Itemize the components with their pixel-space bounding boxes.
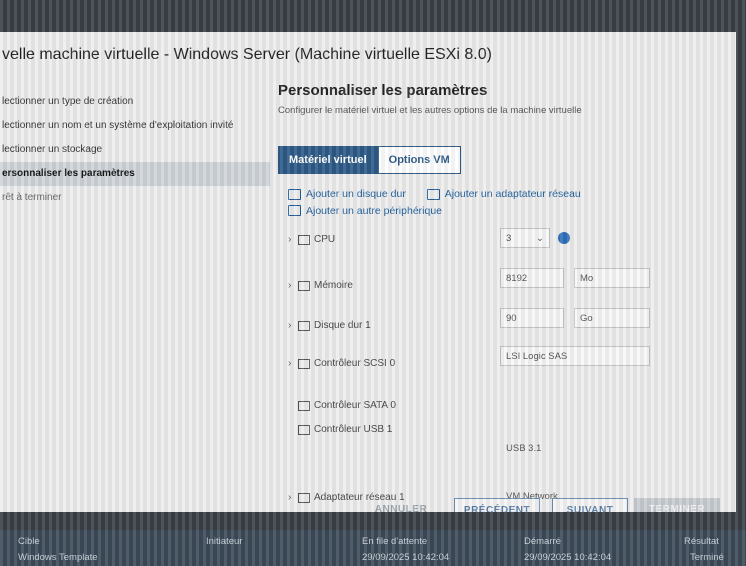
- page-title: Personnaliser les paramètres: [278, 82, 488, 99]
- task-result: Terminé: [690, 552, 724, 563]
- memory-label: Mémoire: [314, 280, 353, 291]
- col-queued[interactable]: En file d'attente: [362, 536, 427, 547]
- sata-label: Contrôleur SATA 0: [314, 400, 396, 411]
- hardware-row-disk[interactable]: › Disque dur 1: [288, 320, 371, 331]
- add-other-label: Ajouter un autre périphérique: [306, 204, 443, 217]
- disk-unit: Go: [580, 313, 593, 324]
- col-initiator[interactable]: Initiateur: [206, 536, 242, 547]
- col-result[interactable]: Résultat: [684, 536, 719, 547]
- previous-button[interactable]: PRÉCÉDENT: [454, 498, 540, 512]
- cpu-icon: [298, 234, 310, 245]
- disk-label: Disque dur 1: [314, 320, 371, 331]
- info-icon[interactable]: [558, 232, 570, 244]
- disk-size-input[interactable]: 90: [500, 308, 564, 328]
- step-ready-to-complete[interactable]: rêt à terminer: [0, 186, 270, 210]
- add-network-label: Ajouter un adaptateur réseau: [444, 188, 581, 200]
- add-disk-link[interactable]: Ajouter un disque dur: [288, 186, 406, 202]
- tab-bar: Matériel virtuel Options VM: [278, 146, 461, 174]
- finish-button: TERMINER: [634, 498, 720, 512]
- memory-input[interactable]: 8192: [500, 268, 564, 288]
- hardware-row-memory[interactable]: › Mémoire: [288, 280, 353, 291]
- step-storage[interactable]: lectionner un stockage: [0, 138, 270, 162]
- hardware-row-usb: Contrôleur USB 1: [288, 424, 392, 435]
- chevron-right-icon[interactable]: ›: [288, 234, 298, 245]
- cpu-select[interactable]: 3 ⌄: [500, 228, 550, 248]
- chevron-right-icon[interactable]: ›: [288, 320, 298, 331]
- disk-unit-select[interactable]: Go: [574, 308, 650, 328]
- scsi-label: Contrôleur SCSI 0: [314, 358, 396, 369]
- task-target[interactable]: Windows Template: [18, 552, 98, 563]
- usb-icon: [298, 424, 310, 435]
- memory-unit: Mo: [580, 273, 594, 284]
- col-started[interactable]: Démarré: [524, 536, 561, 547]
- add-network-link[interactable]: Ajouter un adaptateur réseau: [426, 186, 581, 202]
- chevron-right-icon[interactable]: ›: [288, 358, 298, 369]
- hardware-actions: Ajouter un disque dur Ajouter un adaptat…: [288, 186, 599, 219]
- disk-icon: [288, 188, 301, 200]
- usb-version-select[interactable]: USB 3.1: [500, 438, 590, 458]
- controller-icon: [298, 358, 310, 369]
- tab-virtual-hardware[interactable]: Matériel virtuel: [278, 146, 378, 174]
- wizard-footer: ANNULER PRÉCÉDENT SUIVANT TERMINER: [0, 498, 736, 512]
- recent-tasks-panel: Cible Initiateur En file d'attente Démar…: [0, 530, 746, 566]
- col-target[interactable]: Cible: [18, 536, 40, 547]
- cpu-label: CPU: [314, 234, 336, 245]
- memory-unit-select[interactable]: Mo: [574, 268, 650, 288]
- memory-icon: [298, 280, 310, 291]
- step-customize-settings[interactable]: ersonnaliser les paramètres: [0, 162, 270, 186]
- disk-icon: [298, 320, 310, 331]
- hardware-row-cpu[interactable]: › CPU: [288, 234, 335, 245]
- task-queued: 29/09/2025 10:42:04: [362, 552, 450, 563]
- hardware-row-scsi[interactable]: › Contrôleur SCSI 0: [288, 358, 395, 369]
- tab-vm-options[interactable]: Options VM: [377, 146, 461, 174]
- task-started: 29/09/2025 10:42:04: [524, 552, 612, 563]
- cpu-value: 3: [506, 233, 512, 244]
- dialog-title: velle machine virtuelle - Windows Server…: [2, 46, 492, 63]
- main-panel: Personnaliser les paramètres Configurer …: [278, 82, 728, 512]
- network-icon: [426, 188, 440, 200]
- chevron-right-icon[interactable]: ›: [288, 280, 298, 291]
- wizard-steps: lectionner un type de création lectionne…: [0, 90, 270, 210]
- next-button[interactable]: SUIVANT: [552, 498, 628, 512]
- step-name-os[interactable]: lectionner un nom et un système d'exploi…: [0, 114, 270, 138]
- usb-label: Contrôleur USB 1: [314, 424, 393, 435]
- new-vm-dialog: velle machine virtuelle - Windows Server…: [0, 32, 736, 512]
- chevron-down-icon: ⌄: [536, 233, 544, 244]
- scsi-type-select[interactable]: LSI Logic SAS: [500, 346, 650, 366]
- device-icon: [288, 205, 301, 216]
- cancel-button[interactable]: ANNULER: [366, 498, 436, 512]
- add-disk-label: Ajouter un disque dur: [306, 188, 406, 200]
- page-subtitle: Configurer le matériel virtuel et les au…: [278, 105, 582, 116]
- controller-icon: [298, 400, 310, 411]
- add-other-device-link[interactable]: Ajouter un autre périphérique: [288, 203, 442, 219]
- hardware-row-sata: Contrôleur SATA 0: [288, 400, 396, 411]
- step-creation-type[interactable]: lectionner un type de création: [0, 90, 270, 114]
